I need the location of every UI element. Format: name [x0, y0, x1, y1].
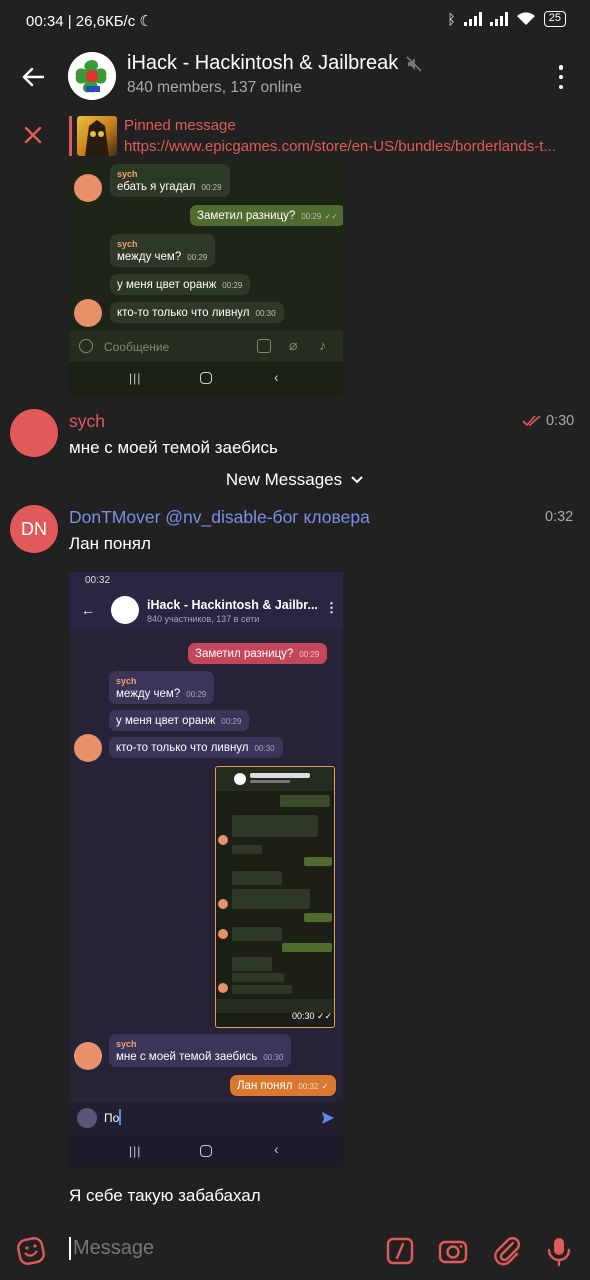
slash-command-icon	[386, 1237, 414, 1265]
arrow-left-icon: ←	[81, 602, 95, 618]
ss-message: кто-то только что ливнул 00:30	[110, 302, 284, 323]
arrow-left-icon	[22, 67, 44, 87]
camera-button[interactable]	[436, 1234, 470, 1268]
message-text: мне с моей темой заебись	[69, 438, 278, 457]
bluetooth-icon: ᛒ	[447, 11, 456, 27]
more-options-button[interactable]	[548, 62, 574, 92]
pinned-title[interactable]: Pinned message	[124, 117, 236, 134]
avatar	[74, 734, 102, 762]
screenshot-image-1[interactable]: sych ебать я угадал 00:29 Заметил разницу…	[69, 162, 343, 395]
sender-name[interactable]: DonTMover @nv_disable-бог кловера	[69, 507, 370, 528]
pinned-bar	[69, 116, 72, 156]
avatar-dontmover[interactable]: DN	[10, 505, 58, 553]
paperclip-icon	[494, 1237, 520, 1266]
chat-subtitle: 840 members, 137 online	[127, 79, 302, 96]
ss-message: sych между чем? 00:29	[109, 671, 215, 704]
ss-message: Заметил разницу? 00:29	[188, 643, 328, 664]
avatar	[74, 174, 102, 202]
avatar	[74, 1042, 102, 1070]
ss-message: у меня цвет оранж 00:29	[109, 710, 250, 731]
ss-message: Лан понял 00:32 ✓	[230, 1075, 337, 1096]
sticker-button[interactable]	[14, 1234, 48, 1268]
wifi-icon	[516, 12, 535, 25]
back-button[interactable]	[16, 60, 50, 94]
more-options-icon: ⋮	[325, 600, 338, 615]
muted-icon	[406, 55, 422, 72]
message-time: 0:32	[545, 509, 574, 525]
status-time: 00:34 | 26,6КБ/с ☾	[26, 13, 153, 30]
chat-title[interactable]: iHack - Hackintosh & Jailbreak	[127, 52, 422, 75]
ss-message: sych между чем? 00:29	[110, 234, 216, 267]
ss-message: sych мне с моей темой заебись 00:30	[109, 1034, 292, 1067]
mic-icon: ♪	[319, 337, 326, 353]
ss-message: Заметил разницу? 00:29 ✓✓	[190, 205, 343, 226]
pinned-text[interactable]: https://www.epicgames.com/store/en-US/bu…	[124, 138, 558, 155]
camera-icon	[438, 1240, 468, 1264]
status-icons: ᛒ 25	[447, 11, 566, 27]
avatar	[74, 299, 102, 327]
sender-name[interactable]: sych	[69, 411, 105, 432]
signal-icon-2	[489, 12, 508, 26]
nested-screenshot: 00:30 ✓✓	[215, 766, 335, 1028]
message-time: 0:30	[522, 413, 574, 429]
new-messages-divider[interactable]: New Messages	[0, 470, 590, 490]
group-avatar	[111, 596, 139, 624]
voice-button[interactable]	[542, 1234, 576, 1268]
chat-title-text: iHack - Hackintosh & Jailbreak	[127, 52, 399, 74]
double-check-icon	[522, 415, 541, 427]
moon-icon: ☾	[139, 13, 153, 30]
microphone-icon	[547, 1238, 571, 1267]
screenshot-image-2[interactable]: 00:32 ← ⋮ iHack - Hackintosh & Jailbr...…	[69, 572, 343, 1167]
group-avatar[interactable]	[68, 52, 116, 100]
status-bar: 00:34 | 26,6КБ/с ☾ ᛒ 25	[0, 0, 590, 40]
close-icon	[24, 126, 42, 144]
avatar-sych[interactable]	[10, 409, 58, 457]
sticker-icon	[79, 339, 93, 353]
battery-icon: 25	[543, 11, 566, 27]
attach-button[interactable]	[491, 1234, 525, 1268]
signal-icon	[463, 12, 482, 26]
message-input[interactable]	[69, 1237, 369, 1260]
chevron-down-icon	[351, 476, 363, 484]
ss-nav-bar: ||| ‹	[69, 362, 343, 395]
bot-command-button[interactable]	[383, 1234, 417, 1268]
command-icon	[257, 339, 271, 353]
ss-nav-bar: ||| ‹	[69, 1135, 343, 1167]
ss-message: у меня цвет оранж 00:29	[110, 274, 251, 295]
message-text: Лан понял	[69, 534, 151, 553]
sticker-icon	[17, 1237, 45, 1265]
pinned-thumbnail[interactable]	[77, 116, 117, 156]
close-pinned-button[interactable]	[20, 122, 46, 148]
ss-message: кто-то только что ливнул 00:30	[109, 737, 283, 758]
ss-status-bar: 00:32	[69, 572, 343, 592]
message-text: Я себе такую забабахал	[69, 1186, 261, 1205]
ss-input-bar: По	[69, 1102, 343, 1135]
ss-message: sych ебать я угадал 00:29	[110, 164, 230, 197]
ss-input-bar: Сообщение ⌀ ♪	[69, 331, 343, 362]
attach-icon: ⌀	[289, 337, 298, 353]
